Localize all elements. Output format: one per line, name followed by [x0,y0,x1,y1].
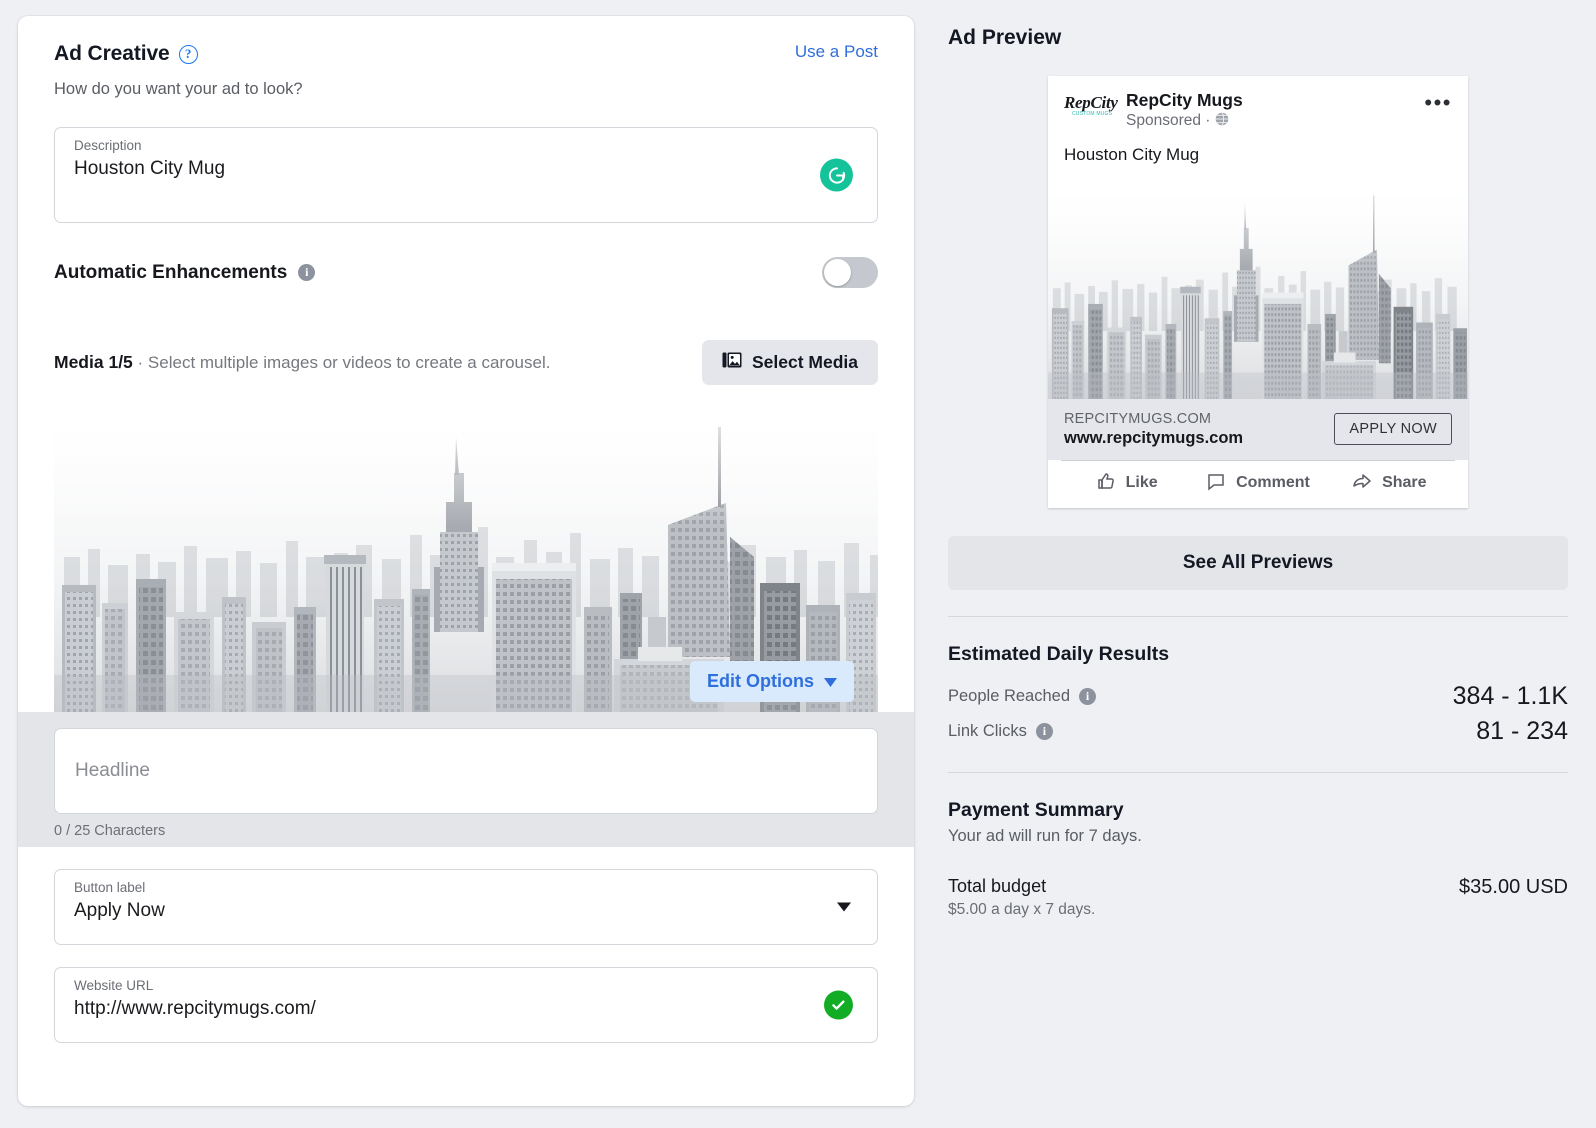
button-label-value: Apply Now [74,900,165,921]
more-options-icon[interactable]: ••• [1424,90,1452,113]
post-body-text: Houston City Mug [1064,144,1200,164]
total-budget-row: Total budget $5.00 a day x 7 days. $35.0… [948,876,1568,919]
description-field[interactable]: Description Houston City Mug [54,127,878,223]
people-reached-label: People Reached [948,686,1071,705]
sponsored-label: Sponsored · [1126,112,1211,130]
info-icon[interactable]: i [1035,722,1053,740]
description-label: Description [74,138,142,153]
toggle-knob [824,259,851,286]
people-reached-row: People Reached i 384 - 1.1K [948,682,1568,711]
description-value: Houston City Mug [74,158,226,179]
automatic-enhancements-label-group: Automatic Enhancements i [54,261,316,284]
payment-summary-subtitle: Your ad will run for 7 days. [948,826,1142,845]
automatic-enhancements-toggle[interactable] [822,257,878,288]
use-a-post-link[interactable]: Use a Post [795,42,878,62]
people-reached-label-group: People Reached i [948,686,1097,706]
globe-icon [1215,112,1229,131]
divider [948,615,1568,617]
post-domain: REPCITYMUGS.COM [1064,410,1212,427]
website-url-label: Website URL [74,978,154,993]
like-button[interactable]: Like [1061,471,1192,496]
post-author-block: RepCity Mugs Sponsored · [1126,90,1424,131]
grammarly-icon[interactable] [820,158,853,192]
ad-preview-title: Ad Preview [948,26,1062,49]
post-header: RepCity CUSTOM MUGS RepCity Mugs Sponsor… [1048,76,1468,131]
info-icon[interactable]: i [1079,687,1097,705]
headline-section: Headline 0 / 25 Characters [18,712,914,847]
link-clicks-row: Link Clicks i 81 - 234 [948,717,1568,746]
website-url-field[interactable]: Website URL http://www.repcitymugs.com/ [54,967,878,1043]
button-label-label: Button label [74,880,146,895]
comment-label: Comment [1236,474,1310,492]
media-counter: Media 1/5 [54,352,133,372]
ad-creative-column: Ad Creative ? Use a Post How do you want… [0,0,930,1128]
headline-placeholder: Headline [75,760,150,781]
thumbs-up-icon [1096,471,1116,496]
media-caption: Media 1/5 · Select multiple images or vi… [54,352,550,373]
title-row: Ad Creative ? [54,42,198,66]
link-clicks-value: 81 - 234 [1476,716,1568,745]
share-button[interactable]: Share [1324,471,1455,496]
post-image[interactable] [1048,180,1468,399]
divider [948,771,1568,773]
share-label: Share [1382,474,1427,492]
brand-logo-subtext: CUSTOM MUGS [1072,111,1113,117]
post-sponsored-row: Sponsored · [1126,112,1424,131]
select-media-label: Select Media [751,352,858,372]
ad-creative-card: Ad Creative ? Use a Post How do you want… [18,16,914,1106]
post-link-text: REPCITYMUGS.COM www.repcitymugs.com [1064,411,1243,448]
like-label: Like [1125,474,1158,492]
link-clicks-label-group: Link Clicks i [948,722,1053,741]
brand-logo-text: RepCity [1064,93,1118,112]
website-url-value: http://www.repcitymugs.com/ [74,998,316,1019]
edit-options-label: Edit Options [707,671,814,691]
page-title: Ad Creative [54,42,170,65]
post-brand-name[interactable]: RepCity Mugs [1126,90,1424,112]
headline-input[interactable]: Headline [54,728,878,814]
avatar: RepCity CUSTOM MUGS [1064,90,1120,124]
ad-editor-screen: Ad Creative ? Use a Post How do you want… [0,0,1596,1128]
comment-bubble-icon [1206,471,1226,496]
facebook-post-preview: RepCity CUSTOM MUGS RepCity Mugs Sponsor… [1048,76,1468,508]
media-hint: · Select multiple images or videos to cr… [137,353,551,372]
total-budget-label: Total budget [948,875,1047,896]
people-reached-value: 384 - 1.1K [1452,681,1568,710]
question-circle-icon[interactable]: ? [178,44,198,64]
estimated-results-title: Estimated Daily Results [948,642,1170,665]
total-budget-left: Total budget $5.00 a day x 7 days. [948,876,1095,919]
total-budget-note: $5.00 a day x 7 days. [948,900,1096,918]
media-preview[interactable]: Edit Options [54,407,878,712]
link-clicks-label: Link Clicks [948,721,1027,740]
total-budget-amount: $35.00 USD [1459,875,1568,898]
section-subtitle: How do you want your ad to look? [54,80,303,98]
photos-stack-icon [722,351,742,374]
post-link-bar: REPCITYMUGS.COM www.repcitymugs.com APPL… [1048,398,1468,460]
apply-now-button[interactable]: APPLY NOW [1334,413,1452,446]
chevron-down-icon [824,671,837,692]
card-header: Ad Creative ? Use a Post [54,42,878,66]
post-url: www.repcitymugs.com [1064,428,1244,447]
edit-options-button[interactable]: Edit Options [690,661,854,702]
share-arrow-icon [1352,471,1372,496]
chevron-down-icon[interactable] [837,902,851,912]
automatic-enhancements-row: Automatic Enhancements i [54,257,878,288]
headline-char-counter: 0 / 25 Characters [54,823,166,839]
post-actions: Like Comment Share [1061,459,1455,508]
comment-button[interactable]: Comment [1192,471,1323,496]
payment-summary-title: Payment Summary [948,798,1124,821]
check-circle-icon [824,990,853,1020]
see-all-previews-button[interactable]: See All Previews [948,535,1568,590]
button-label-select[interactable]: Button label Apply Now [54,869,878,945]
automatic-enhancements-label: Automatic Enhancements [54,261,288,283]
info-icon[interactable]: i [298,264,316,281]
select-media-button[interactable]: Select Media [701,340,878,385]
ad-preview-column: Ad Preview RepCity CUSTOM MUGS RepCity M… [930,0,1596,1128]
media-row: Media 1/5 · Select multiple images or vi… [54,340,878,385]
